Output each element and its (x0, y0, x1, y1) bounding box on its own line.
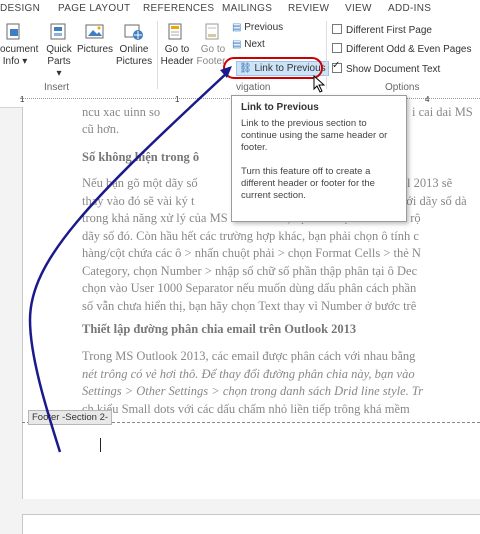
next-page[interactable] (22, 514, 480, 534)
body-text-line: hàng/cột chứa các ô > nhấn chuột phải > … (82, 246, 421, 260)
body-text-line: Category, chọn Number > nhập số chữ số p… (82, 263, 418, 278)
previous-label: Previous (244, 22, 284, 33)
ribbon: ocument Info ▾ Quick Parts ▾ Pictures On… (0, 17, 480, 96)
next-button[interactable]: ▤ Next (232, 39, 265, 50)
online-pictures-icon (124, 24, 143, 40)
online-pictures-label-2: Pictures (116, 56, 153, 67)
tab-review[interactable]: REVIEW (288, 3, 329, 14)
text-fragment: thay vào đó sẽ vài ký t (82, 193, 195, 208)
text-cursor (100, 438, 101, 452)
body-text-line: Settings > Other Settings > chọn trong d… (82, 384, 424, 398)
document-info-label-1: ocument (0, 44, 39, 55)
document-info-icon (6, 23, 20, 40)
ruler-number: 4 (425, 95, 430, 104)
text-fragment: ncu xac uinn so (82, 105, 161, 116)
different-first-page-checkbox[interactable]: Different First Page (332, 24, 432, 36)
body-text-line: Trong MS Outlook 2013, các email được ph… (82, 349, 416, 363)
paragraph-2: Trong MS Outlook 2013, các email được ph… (82, 348, 480, 418)
quick-parts-label-2: Parts ▾ (47, 56, 71, 79)
ruler-number: 1 (175, 95, 180, 104)
goto-header-icon (168, 23, 182, 40)
online-pictures-label-1: Online (119, 44, 149, 55)
section-heading: Thiết lập đường phân chia email trên Out… (82, 322, 357, 336)
checkbox-box (332, 24, 342, 34)
next-icon: ▤ (232, 39, 242, 50)
link-to-previous-tooltip: Link to Previous Link to the previous se… (231, 95, 407, 222)
pictures-label: Pictures (76, 44, 114, 55)
goto-header-label-1: Go to (164, 44, 190, 55)
checkbox-box (332, 43, 342, 53)
footer-section-tag: Footer -Section 2- (28, 410, 113, 425)
group-divider-2 (326, 21, 327, 89)
quick-parts-label-1: Quick (46, 44, 72, 55)
ribbon-tab-bar: DESIGN PAGE LAYOUT REFERENCES MAILINGS R… (0, 0, 480, 18)
tab-page-layout[interactable]: PAGE LAYOUT (58, 3, 130, 14)
tab-mailings[interactable]: MAILINGS (222, 3, 272, 14)
insert-group-label: Insert (44, 82, 70, 93)
pictures-icon (85, 24, 104, 39)
different-odd-even-label: Different Odd & Even Pages (346, 44, 472, 55)
quick-parts-icon (50, 23, 66, 40)
previous-icon: ▤ (232, 22, 242, 33)
goto-footer-icon (205, 23, 219, 40)
show-document-text-checkbox[interactable]: Show Document Text (332, 60, 441, 75)
different-first-page-label: Different First Page (346, 25, 432, 36)
body-text-line: chọn vào User 1000 Separator nếu muốn dù… (82, 281, 417, 295)
tooltip-body: Link to the previous section to continue… (241, 118, 388, 153)
show-document-text-label: Show Document Text (346, 64, 441, 75)
goto-header-label-2: Header (160, 56, 194, 67)
document-info-label-2: Info ▾ (2, 56, 28, 67)
text-fragment: với dãy số dà (400, 193, 467, 208)
tab-add-ins[interactable]: ADD-INS (388, 3, 431, 14)
next-label: Next (244, 39, 265, 50)
group-divider (157, 21, 158, 89)
body-text-line: ch kiểu Small dots với các dấu chấm nhỏ … (82, 401, 410, 416)
body-text-line: dãy số đó. Còn hầu hết các trường hợp kh… (82, 228, 419, 243)
section-heading: Số không hiện trong ô (82, 150, 200, 164)
tooltip-body: Turn this feature off to create a differ… (241, 166, 375, 201)
previous-button[interactable]: ▤ Previous (232, 22, 283, 33)
checkbox-box-checked (332, 60, 342, 73)
options-group-label: Options (385, 82, 420, 93)
tooltip-title: Link to Previous (241, 102, 319, 113)
different-odd-even-checkbox[interactable]: Different Odd & Even Pages (332, 43, 471, 55)
highlight-circle (223, 57, 323, 79)
tab-references[interactable]: REFERENCES (143, 3, 214, 14)
mouse-pointer-icon (313, 75, 325, 93)
text-fragment: Nếu bạn gõ một dãy số (82, 176, 198, 190)
tab-design[interactable]: DESIGN (0, 3, 40, 14)
goto-footer-label-2: Footer (196, 56, 226, 67)
ruler-number: 1 (20, 95, 25, 104)
tab-view[interactable]: VIEW (345, 3, 372, 14)
body-text-line: số vẫn chưa hiển thị, bạn hãy chọn Text … (82, 298, 417, 313)
text-fragment: i cai dai MS (412, 105, 473, 116)
navigation-group-label: vigation (236, 82, 271, 93)
goto-footer-label-1: Go to (200, 44, 226, 55)
body-text-line: nét trông có vẻ hơi thô. Để thay đổi đườ… (82, 366, 415, 381)
